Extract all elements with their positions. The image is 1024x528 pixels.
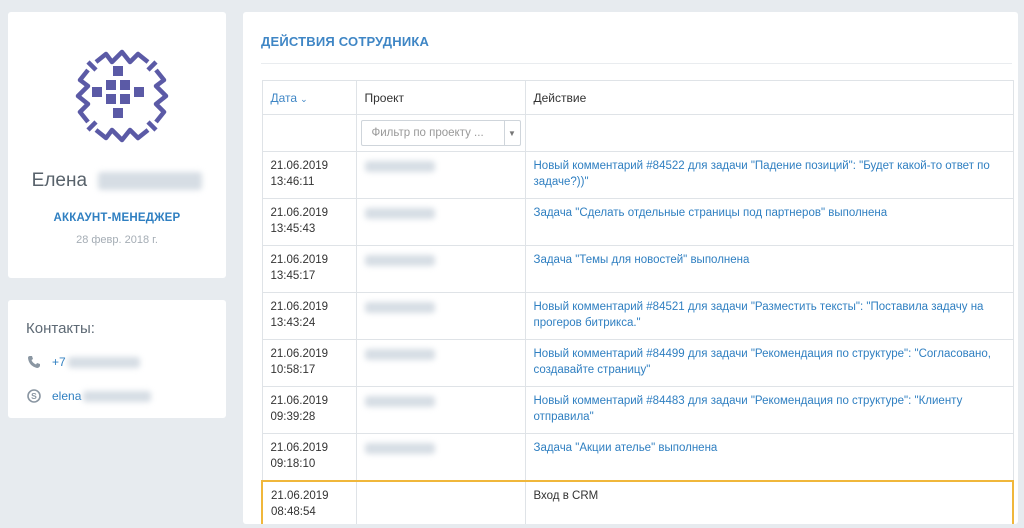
row-project — [355, 151, 526, 199]
row-project — [355, 339, 526, 387]
phone-blurred — [67, 356, 140, 368]
row-time: 13:43:24 — [270, 317, 316, 329]
row-datetime: 21.06.2019 13:43:24 — [261, 292, 357, 340]
employee-since-date: 28 февр. 2018 г. — [76, 234, 158, 246]
row-time: 13:45:43 — [270, 223, 316, 235]
skype-value: elena — [52, 389, 82, 403]
row-time: 09:39:28 — [270, 411, 316, 423]
table-row: 21.06.2019 10:58:17 Новый комментарий #844… — [261, 339, 1014, 387]
filter-cell-action — [524, 114, 1014, 152]
project-filter-select[interactable]: Фильтр по проекту ... ▼ — [360, 120, 521, 146]
row-project — [355, 433, 526, 481]
row-time: 08:48:54 — [271, 505, 316, 518]
row-date: 21.06.2019 — [270, 207, 329, 219]
project-name-blurred — [364, 443, 435, 455]
employee-actions-panel: ДЕЙСТВИЯ СОТРУДНИКА Дата ⌄ Проект Действи… — [243, 12, 1018, 524]
row-time: 13:46:11 — [270, 176, 315, 188]
row-date: 21.06.2019 — [270, 442, 329, 454]
contacts-card: Контакты: +7 S elena — [8, 300, 226, 418]
row-datetime: 21.06.2019 09:18:10 — [261, 433, 357, 481]
table-row: 21.06.2019 13:43:24 Новый комментарий #845… — [261, 292, 1014, 340]
row-project — [355, 198, 526, 246]
table-row: 21.06.2019 09:39:28 Новый комментарий #844… — [261, 386, 1014, 434]
row-datetime: 21.06.2019 10:58:17 — [261, 339, 357, 387]
table-row: 21.06.2019 13:45:43 Задача "Сделать отдель… — [261, 198, 1014, 246]
project-name-blurred — [364, 302, 435, 314]
table-row: 21.06.2019 13:46:11 Новый комментарий #845… — [261, 151, 1014, 199]
filter-row: Фильтр по проекту ... ▼ — [261, 114, 1014, 152]
column-date-label: Дата — [270, 91, 298, 105]
project-name-blurred — [364, 349, 435, 361]
row-date: 21.06.2019 — [270, 254, 329, 266]
row-project — [355, 479, 526, 524]
employee-name: Елена — [8, 170, 226, 192]
project-name-blurred — [364, 396, 435, 408]
actions-table: Дата ⌄ Проект Действие Фильтр по проекту … — [261, 80, 1014, 524]
row-project — [355, 386, 526, 434]
column-header-date[interactable]: Дата ⌄ — [261, 80, 357, 115]
table-header-row: Дата ⌄ Проект Действие — [261, 80, 1014, 115]
phone-icon — [26, 354, 42, 370]
project-name-blurred — [364, 208, 435, 220]
row-time: 13:45:17 — [270, 270, 316, 282]
row-datetime: 21.06.2019 13:46:11 — [261, 151, 357, 199]
sort-chevron-down-icon: ⌄ — [300, 94, 308, 104]
table-row: 21.06.2019 09:18:10 Задача "Акции ателье" … — [261, 433, 1014, 481]
row-action[interactable]: Новый комментарий #84499 для задачи "Рек… — [524, 339, 1014, 387]
row-project — [355, 292, 526, 340]
row-action[interactable]: Задача "Акции ателье" выполнена — [524, 433, 1014, 481]
phone-value: +7 — [52, 355, 66, 369]
row-action: Вход в CRM — [524, 479, 1014, 524]
row-date: 21.06.2019 — [271, 489, 329, 502]
company-logo — [75, 49, 169, 143]
filter-cell-project: Фильтр по проекту ... ▼ — [355, 114, 526, 152]
contact-phone[interactable]: +7 — [26, 354, 140, 370]
column-header-project: Проект — [355, 80, 526, 115]
project-filter-placeholder: Фильтр по проекту ... — [371, 127, 484, 139]
row-date: 21.06.2019 — [270, 160, 329, 172]
row-time: 10:58:17 — [270, 364, 316, 376]
row-action[interactable]: Задача "Сделать отдельные страницы под п… — [524, 198, 1014, 246]
project-name-blurred — [364, 255, 435, 267]
row-action[interactable]: Новый комментарий #84522 для задачи "Пад… — [524, 151, 1014, 199]
row-datetime: 21.06.2019 13:45:43 — [261, 198, 357, 246]
employee-role: АККАУНТ-МЕНЕДЖЕР — [53, 212, 181, 224]
svg-text:S: S — [31, 391, 37, 401]
row-date: 21.06.2019 — [270, 348, 329, 360]
project-name-blurred — [364, 161, 435, 173]
row-action[interactable]: Новый комментарий #84521 для задачи "Раз… — [524, 292, 1014, 340]
row-time: 09:18:10 — [270, 458, 316, 470]
employee-last-name-blurred — [98, 171, 203, 190]
skype-icon: S — [26, 388, 42, 404]
column-header-action: Действие — [524, 80, 1014, 115]
row-datetime: 21.06.2019 09:39:28 — [261, 386, 357, 434]
title-divider — [261, 63, 1012, 64]
contacts-title: Контакты: — [26, 320, 95, 337]
row-project — [355, 245, 526, 293]
table-row: 21.06.2019 08:48:54 Вход в CRM — [261, 479, 1014, 524]
row-action[interactable]: Новый комментарий #84483 для задачи "Рек… — [524, 386, 1014, 434]
row-datetime: 21.06.2019 08:48:54 — [261, 479, 357, 524]
contact-skype[interactable]: S elena — [26, 388, 152, 404]
section-title: ДЕЙСТВИЯ СОТРУДНИКА — [261, 34, 430, 49]
row-datetime: 21.06.2019 13:45:17 — [261, 245, 357, 293]
row-action[interactable]: Задача "Темы для новостей" выполнена — [524, 245, 1014, 293]
profile-card: Елена АККАУНТ-МЕНЕДЖЕР 28 февр. 2018 г. — [8, 12, 226, 278]
employee-first-name: Елена — [31, 170, 88, 191]
table-row: 21.06.2019 13:45:17 Задача "Темы для новос… — [261, 245, 1014, 293]
skype-blurred — [83, 390, 152, 402]
dropdown-arrow-icon[interactable]: ▼ — [503, 121, 520, 145]
row-date: 21.06.2019 — [270, 395, 329, 407]
filter-cell-date — [261, 114, 357, 152]
row-date: 21.06.2019 — [270, 301, 329, 313]
